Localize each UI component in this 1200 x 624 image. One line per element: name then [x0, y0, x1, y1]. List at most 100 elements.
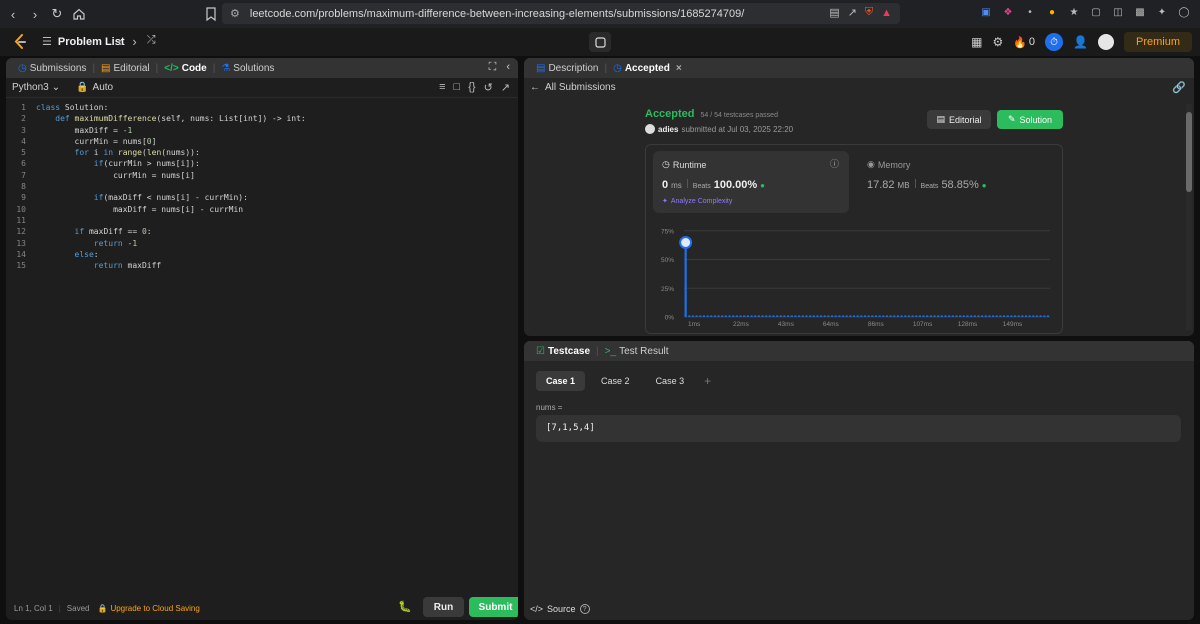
chart-bar[interactable] — [1013, 315, 1017, 318]
chart-bar[interactable] — [757, 315, 760, 318]
chart-bar[interactable] — [706, 315, 709, 318]
scrollbar-thumb[interactable] — [1186, 112, 1192, 192]
fullscreen-icon[interactable]: ↗ — [501, 81, 510, 94]
chart-bar[interactable] — [739, 315, 742, 318]
chart-bar[interactable] — [743, 315, 746, 318]
code-line[interactable]: 14 else: — [6, 249, 518, 260]
chart-bar[interactable] — [1046, 315, 1050, 318]
chart-bar[interactable] — [823, 315, 826, 318]
settings-gear-icon[interactable]: ⚙ — [992, 35, 1003, 49]
chart-bar[interactable] — [713, 315, 717, 318]
chart-bar[interactable] — [735, 315, 738, 318]
code-line[interactable]: 8 — [6, 181, 518, 192]
bookmark-icon[interactable] — [204, 6, 218, 22]
translate-icon[interactable]: ▣ — [978, 4, 994, 20]
chart-bar[interactable] — [856, 315, 859, 318]
chart-bar[interactable] — [1043, 315, 1046, 318]
chart-bar[interactable] — [955, 315, 958, 318]
back-icon[interactable]: ‹ — [4, 5, 22, 23]
chart-bar[interactable] — [926, 315, 929, 318]
tab-description[interactable]: ▤ Description — [530, 63, 604, 74]
chart-bar[interactable] — [841, 315, 845, 318]
chart-bar[interactable] — [783, 315, 786, 318]
debugger-icon[interactable]: 🐛 — [398, 600, 412, 613]
add-case-icon[interactable]: + — [704, 374, 711, 388]
source-link[interactable]: </> Source ? — [530, 604, 590, 614]
chart-bar[interactable] — [808, 315, 812, 318]
chart-bar[interactable] — [754, 315, 757, 318]
chart-bar[interactable] — [765, 315, 768, 318]
chart-bar[interactable] — [915, 315, 918, 318]
code-line[interactable]: 9 if(maxDiff < nums[i] - currMin): — [6, 192, 518, 203]
chart-bar[interactable] — [852, 315, 856, 318]
chart-bar[interactable] — [951, 315, 954, 318]
scrollbar[interactable] — [1186, 104, 1192, 330]
chart-bar[interactable] — [691, 315, 695, 318]
code-line[interactable]: 13 return -1 — [6, 238, 518, 249]
chart-bar[interactable] — [959, 315, 962, 318]
reset-icon[interactable]: ↺ — [484, 81, 493, 94]
case-tab-2[interactable]: Case 2 — [591, 371, 640, 391]
chart-bar[interactable] — [944, 315, 947, 318]
chart-bar[interactable] — [940, 315, 943, 318]
chart-bar[interactable] — [819, 315, 823, 318]
chart-bar[interactable] — [699, 315, 702, 318]
chart-bar[interactable] — [812, 315, 815, 318]
brave-shield-icon[interactable]: ⛨ — [865, 6, 873, 19]
puzzle-icon[interactable]: ★ — [1066, 4, 1082, 20]
chart-bar[interactable] — [984, 315, 987, 318]
language-select[interactable]: Python3 ⌄ — [12, 82, 60, 93]
streak-counter[interactable]: 🔥 0 — [1013, 36, 1035, 49]
username[interactable]: adies — [658, 125, 678, 134]
tab-editorial[interactable]: ▤ Editorial — [95, 63, 156, 74]
tab-submissions[interactable]: ◷ Submissions — [12, 63, 92, 74]
leo-icon[interactable]: ✦ — [1154, 4, 1170, 20]
chart-bar[interactable] — [805, 315, 808, 318]
chart-bar[interactable] — [871, 315, 874, 318]
chart-bar[interactable] — [1006, 315, 1009, 318]
chart-bar[interactable] — [1035, 315, 1039, 318]
chart-bar[interactable] — [889, 315, 892, 318]
chart-bar[interactable] — [911, 315, 914, 318]
chart-bar[interactable] — [933, 315, 936, 318]
chart-bar[interactable] — [724, 315, 728, 318]
chart-bar[interactable] — [929, 315, 932, 318]
code-editor[interactable]: 1 class Solution: 2 def maximumDifference(… — [6, 102, 518, 602]
chart-bar[interactable] — [918, 315, 921, 318]
code-line[interactable]: 4 currMin = nums[0] — [6, 136, 518, 147]
user-position-marker[interactable] — [679, 236, 693, 249]
chart-bar[interactable] — [948, 315, 951, 318]
chart-bar[interactable] — [860, 315, 863, 318]
chart-bar[interactable] — [794, 315, 797, 318]
chart-bar[interactable] — [1021, 315, 1024, 318]
chart-bar[interactable] — [1010, 315, 1013, 318]
chart-bar[interactable] — [878, 315, 881, 318]
chart-bar[interactable] — [801, 315, 804, 318]
leetcode-logo-icon[interactable] — [12, 34, 28, 50]
format-icon[interactable]: ≡ — [439, 81, 445, 94]
chart-bar[interactable] — [922, 315, 925, 318]
problem-list-link[interactable]: ☰ Problem List — [42, 35, 125, 49]
premium-button[interactable]: Premium — [1123, 32, 1192, 52]
runtime-distribution-chart[interactable]: 75% 50% 25% 0% 1ms 22ms 43ms 64ms 86ms 107ms 128ms… — [646, 217, 1064, 335]
chart-bar[interactable] — [1002, 315, 1006, 318]
shuffle-icon[interactable]: ⤮ — [147, 34, 156, 49]
all-submissions-link[interactable]: ← All Submissions 🔗 — [524, 78, 1194, 96]
case-tab-1[interactable]: Case 1 — [536, 371, 586, 391]
chart-bar[interactable] — [787, 315, 790, 318]
run-button[interactable]: Run — [423, 597, 464, 617]
chart-bar[interactable] — [900, 315, 903, 318]
forward-icon[interactable]: › — [26, 5, 44, 23]
chart-bar[interactable] — [845, 315, 848, 318]
bookmark-code-icon[interactable]: □ — [454, 81, 461, 94]
site-info-icon[interactable]: ⚙ — [230, 7, 240, 20]
home-icon[interactable] — [70, 5, 88, 23]
chart-bar[interactable] — [816, 315, 819, 318]
chart-bar[interactable] — [991, 315, 995, 318]
reader-icon[interactable]: ▤ — [829, 6, 839, 19]
code-line[interactable]: 12 if maxDiff == 0: — [6, 226, 518, 237]
chart-bar[interactable] — [904, 315, 907, 318]
tab-code[interactable]: </> Code — [158, 63, 212, 74]
avatar[interactable] — [1097, 34, 1114, 50]
chart-bar[interactable] — [1024, 315, 1028, 318]
